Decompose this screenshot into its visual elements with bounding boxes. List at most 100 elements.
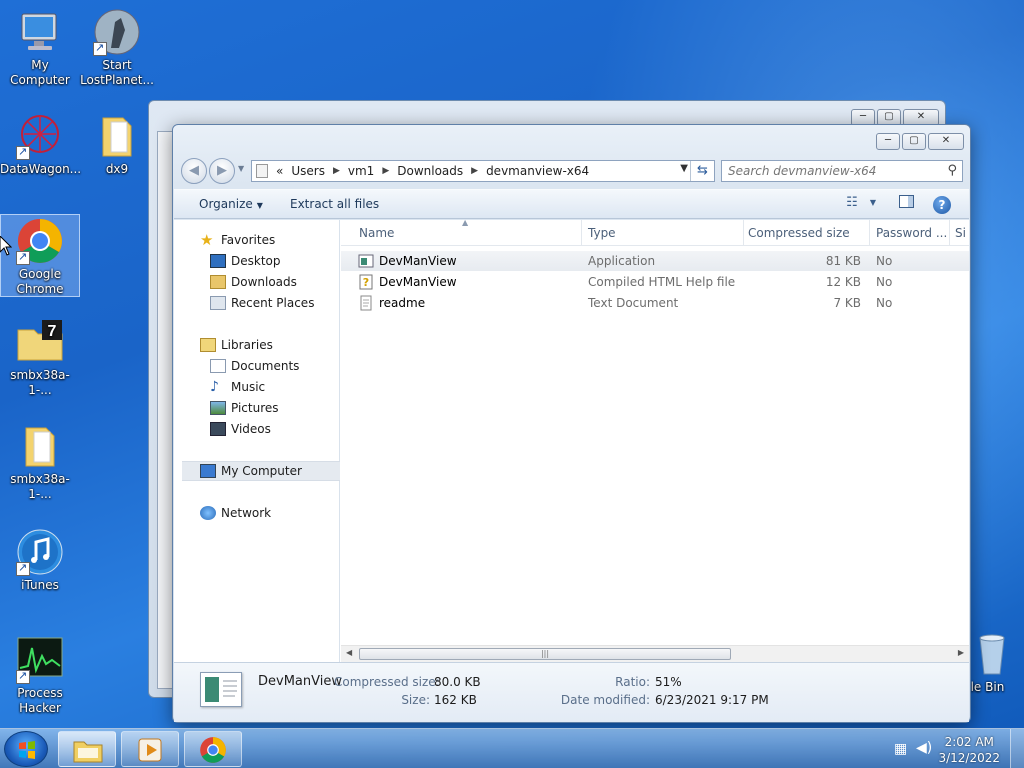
clock-date: 3/12/2022: [938, 751, 1000, 765]
view-options-dropdown-icon[interactable]: ▼: [863, 198, 883, 216]
network-status-icon[interactable]: ▦: [894, 741, 907, 757]
table-row[interactable]: readme Text Document 7 KB No: [341, 293, 969, 313]
nav-label: Network: [221, 506, 272, 520]
column-header-password[interactable]: Password ...: [872, 220, 950, 246]
desktop-icon-process-hacker[interactable]: Process Hacker: [0, 636, 80, 716]
desktop-icon-dx9[interactable]: dx9: [77, 112, 157, 177]
file-name: DevManView: [379, 275, 457, 289]
search-box[interactable]: ⚲: [721, 160, 963, 182]
file-type: Application: [588, 254, 656, 268]
address-bar[interactable]: « Users ▶ vm1 ▶ Downloads ▶ devmanview-x…: [251, 160, 715, 182]
table-row[interactable]: DevManView Application 81 KB No: [341, 251, 969, 271]
desktop-icon-smbx-folder[interactable]: smbx38a-1-...: [0, 422, 80, 502]
nav-label: Music: [231, 380, 266, 394]
table-row[interactable]: ? DevManView Compiled HTML Help file 12 …: [341, 272, 969, 292]
breadcrumb-overflow[interactable]: «: [276, 164, 283, 178]
folder-icon: [16, 422, 64, 470]
organize-button[interactable]: Organize ▼: [199, 197, 263, 211]
file-password: No: [876, 275, 893, 289]
minimize-button[interactable]: ─: [876, 133, 900, 150]
search-input[interactable]: [722, 161, 932, 181]
breadcrumb-separator-icon[interactable]: ▶: [382, 166, 389, 176]
address-dropdown-icon[interactable]: ▼: [680, 163, 688, 174]
volume-icon[interactable]: ◀): [916, 740, 932, 756]
system-tray: ▦ ◀) 2:02 AM 3/12/2022: [884, 729, 1024, 768]
desktop-icon-label: smbx38a-1-...: [10, 472, 70, 501]
breadcrumb-item-vm1[interactable]: vm1: [348, 164, 374, 178]
desktop-icon-label: smbx38a-1-...: [10, 368, 70, 397]
itunes-icon: [16, 528, 64, 576]
details-compressed-value: 80.0 KB: [434, 675, 481, 689]
column-header-name[interactable]: Name: [355, 220, 582, 246]
shortcut-arrow-icon: [16, 249, 30, 265]
taskbar-chrome-button[interactable]: [184, 731, 242, 767]
extract-all-files-button[interactable]: Extract all files: [290, 197, 379, 211]
media-player-icon: [138, 738, 162, 762]
desktop-icon-itunes[interactable]: iTunes: [0, 528, 80, 593]
details-date-label: Date modified:: [560, 693, 650, 707]
organize-label: Organize: [199, 197, 253, 211]
forward-button[interactable]: ▶: [209, 158, 235, 184]
nav-label: Videos: [231, 422, 271, 436]
file-compressed-size: 7 KB: [833, 296, 861, 310]
desktop-icon-google-chrome[interactable]: Google Chrome: [0, 214, 80, 297]
breadcrumb-item-devmanview[interactable]: devmanview-x64: [486, 164, 589, 178]
column-header-size[interactable]: Si: [951, 220, 971, 246]
back-button[interactable]: ◀: [181, 158, 207, 184]
nav-label: Downloads: [231, 275, 297, 289]
nav-item-network[interactable]: Network: [200, 503, 364, 523]
desktop-icon-datawagon[interactable]: DataWagon...: [0, 112, 82, 177]
nav-label: Recent Places: [231, 296, 315, 310]
nav-item-libraries[interactable]: Libraries: [200, 335, 364, 355]
maximize-button[interactable]: ▢: [902, 133, 926, 150]
taskbar: ▦ ◀) 2:02 AM 3/12/2022: [0, 728, 1024, 768]
search-icon[interactable]: ⚲: [947, 163, 957, 178]
column-header-type[interactable]: Type: [584, 220, 744, 246]
desktop-icon-my-computer[interactable]: My Computer: [0, 8, 80, 88]
nav-label: Favorites: [221, 233, 276, 247]
help-icon[interactable]: ?: [933, 196, 951, 214]
change-view-icon[interactable]: ☷: [842, 195, 862, 213]
column-header-compressed-size[interactable]: Compressed size: [744, 220, 870, 246]
desktop-icon-smbx-archive[interactable]: 7 smbx38a-1-...: [0, 318, 80, 398]
svg-text:?: ?: [363, 276, 369, 289]
breadcrumb-separator-icon[interactable]: ▶: [333, 166, 340, 176]
recent-pages-dropdown-icon[interactable]: ▼: [238, 164, 244, 173]
details-ratio-value: 51%: [655, 675, 682, 689]
breadcrumb-separator-icon[interactable]: ▶: [471, 166, 478, 176]
file-name: DevManView: [379, 254, 457, 268]
computer-icon: [200, 464, 216, 478]
nav-item-favorites[interactable]: ★ Favorites: [200, 230, 364, 250]
clock[interactable]: 2:02 AM 3/12/2022: [938, 734, 1000, 766]
horizontal-scrollbar[interactable]: ◀ ||| ▶: [341, 645, 969, 662]
nav-label: Pictures: [231, 401, 279, 415]
file-compressed-size: 81 KB: [825, 254, 861, 268]
taskbar-media-player-button[interactable]: [121, 731, 179, 767]
scroll-left-icon[interactable]: ◀: [346, 648, 352, 657]
svg-text:7: 7: [48, 323, 57, 340]
desktop-icon-label: DataWagon...: [0, 162, 82, 176]
scrollbar-thumb[interactable]: |||: [359, 648, 731, 660]
content-area: ★ Favorites Desktop Downloads Recent Pla…: [174, 218, 971, 662]
caption-buttons: ─ ▢ ✕: [876, 133, 964, 150]
preview-pane-icon[interactable]: [896, 195, 916, 213]
nav-label: Desktop: [231, 254, 281, 268]
details-size-label: Size:: [401, 693, 430, 707]
desktop-icon-lostplanet[interactable]: Start LostPlanet...: [77, 8, 157, 88]
videos-icon: [210, 422, 226, 436]
scroll-right-icon[interactable]: ▶: [958, 648, 964, 657]
show-desktop-button[interactable]: [1010, 729, 1024, 768]
navigation-bar: ◀ ▶ ▼ « Users ▶ vm1 ▶ Downloads ▶ devman…: [181, 158, 963, 184]
forward-arrow-icon: ▶: [217, 163, 227, 178]
start-button[interactable]: [4, 731, 48, 767]
close-button[interactable]: ✕: [928, 133, 964, 150]
clock-time: 2:02 AM: [944, 735, 994, 749]
network-icon: [200, 506, 216, 520]
explorer-window[interactable]: ─ ▢ ✕ ◀ ▶ ▼ « Users ▶ vm1 ▶ Downloads ▶ …: [172, 124, 971, 723]
refresh-icon[interactable]: ⇆: [690, 161, 714, 181]
nav-item-my-computer[interactable]: My Computer: [182, 461, 340, 481]
breadcrumb-item-downloads[interactable]: Downloads: [397, 164, 463, 178]
shortcut-arrow-icon: [16, 668, 30, 684]
breadcrumb-item-users[interactable]: Users: [291, 164, 325, 178]
taskbar-explorer-button[interactable]: [58, 731, 116, 767]
